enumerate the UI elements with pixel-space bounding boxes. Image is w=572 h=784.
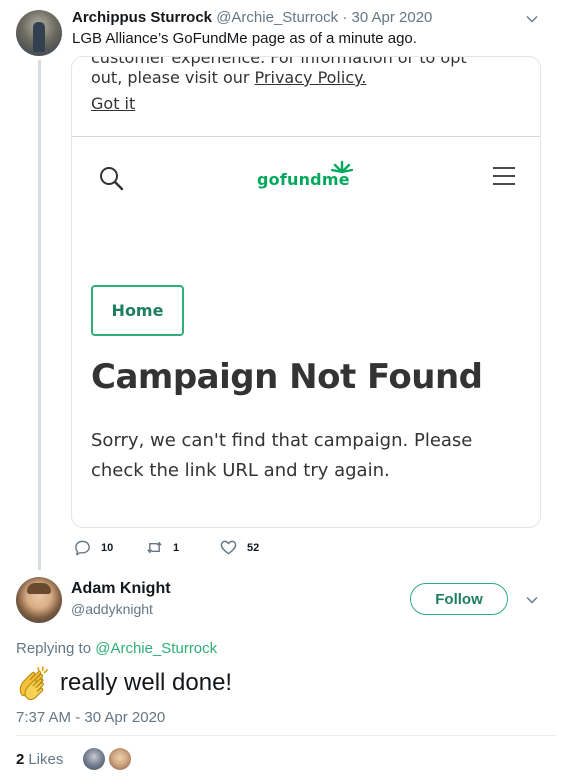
retweet-action[interactable]: 1: [146, 539, 179, 556]
privacy-policy-link[interactable]: Privacy Policy.: [255, 68, 367, 87]
follow-button[interactable]: Follow: [410, 583, 508, 615]
replying-to-line: Replying to @Archie_Sturrock: [16, 640, 217, 657]
reply-author-name[interactable]: Adam Knight: [71, 580, 171, 598]
card-divider: [72, 136, 540, 137]
author-name[interactable]: Archippus Sturrock: [72, 9, 212, 26]
gofundme-logo[interactable]: gofundme: [257, 158, 357, 194]
reply-count: 10: [101, 541, 114, 554]
dot-separator: ·: [342, 9, 348, 26]
tweet-header: Archippus Sturrock @Archie_Sturrock · 30…: [72, 9, 432, 26]
author-handle[interactable]: @Archie_Sturrock: [216, 9, 338, 26]
likes-label: Likes: [28, 750, 64, 768]
likes-row[interactable]: 2 Likes: [16, 748, 132, 770]
cookie-banner-text: out, please visit our Privacy Policy.: [91, 68, 366, 87]
menu-icon[interactable]: [492, 165, 516, 187]
reply-timestamp[interactable]: 7:37 AM - 30 Apr 2020: [16, 709, 165, 726]
heart-icon: [220, 540, 237, 555]
thread-connector-line: [38, 60, 41, 570]
home-button[interactable]: Home: [91, 285, 184, 336]
reply-text-row: really well done!: [16, 662, 232, 704]
reply-text: really well done!: [60, 669, 233, 696]
reply-author-avatar[interactable]: [16, 577, 62, 623]
retweet-count: 1: [173, 541, 180, 554]
tweet-text: LGB Alliance’s GoFundMe page as of a min…: [72, 30, 417, 47]
tweet-media-image[interactable]: customer experience. For information or …: [71, 56, 541, 528]
cookie-banner-prefix: out, please visit our: [91, 68, 255, 87]
campaign-not-found-title: Campaign Not Found: [91, 357, 483, 397]
cookie-banner-cut-text: customer experience. For information or …: [91, 56, 467, 67]
liker-avatar[interactable]: [83, 748, 106, 770]
reply-action[interactable]: 10: [74, 539, 113, 556]
reply-author-handle[interactable]: @addyknight: [71, 601, 153, 617]
retweet-icon: [147, 541, 162, 554]
divider: [16, 735, 556, 736]
replying-to-prefix: Replying to: [16, 640, 92, 657]
like-action[interactable]: 52: [220, 539, 259, 556]
tweet-original: Archippus Sturrock @Archie_Sturrock · 30…: [0, 0, 572, 575]
author-avatar[interactable]: [16, 10, 62, 56]
campaign-not-found-message: Sorry, we can't find that campaign. Plea…: [91, 430, 473, 481]
likes-count: 2: [16, 750, 25, 768]
gofundme-spark-icon: [331, 160, 353, 173]
liker-avatar[interactable]: [109, 748, 132, 770]
chevron-down-icon[interactable]: [526, 13, 538, 25]
reply-icon: [75, 540, 90, 556]
clapping-hands-icon: [19, 666, 48, 701]
likers-avatars: [83, 748, 132, 770]
replying-to-handle[interactable]: @Archie_Sturrock: [95, 640, 217, 657]
chevron-down-icon[interactable]: [526, 594, 538, 606]
search-icon[interactable]: [98, 165, 124, 191]
like-count: 52: [247, 541, 260, 554]
got-it-link[interactable]: Got it: [91, 94, 135, 113]
tweet-date[interactable]: 30 Apr 2020: [351, 9, 432, 26]
